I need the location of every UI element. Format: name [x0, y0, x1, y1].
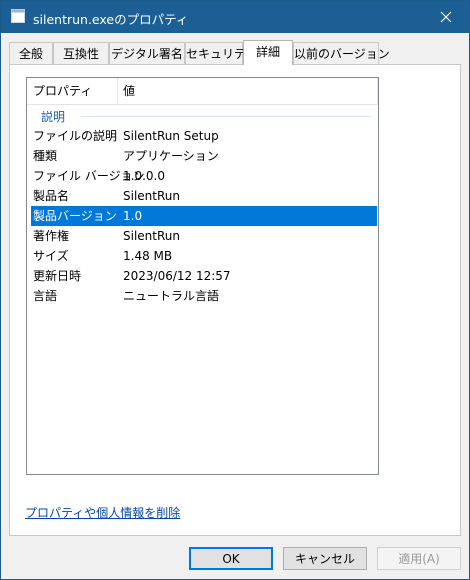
column-divider[interactable] — [377, 78, 378, 104]
tab-security[interactable]: セキュリティ — [185, 42, 257, 64]
property-value: 1.0.0.0 — [123, 169, 165, 183]
list-item[interactable]: 著作権 SilentRun — [27, 226, 378, 246]
tab-digital-signatures[interactable]: デジタル署名 — [109, 42, 185, 64]
details-panel: プロパティ 値 説明 ファイルの説明 SilentRun Setup 種類 アプ… — [9, 64, 461, 536]
property-value: SilentRun — [123, 189, 180, 203]
property-name: 言語 — [33, 289, 58, 303]
property-value: SilentRun — [123, 229, 180, 243]
group-label: 説明 — [41, 110, 66, 124]
property-value: ニュートラル言語 — [123, 289, 220, 303]
property-name: ファイルの説明 — [33, 129, 118, 143]
group-divider-line — [81, 116, 371, 117]
list-item[interactable]: ファイル バージョン 1.0.0.0 — [27, 166, 378, 186]
tab-general[interactable]: 全般 — [9, 42, 53, 64]
list-item[interactable]: 製品名 SilentRun — [27, 186, 378, 206]
property-name: サイズ — [33, 249, 69, 263]
cancel-button[interactable]: キャンセル — [283, 547, 367, 570]
property-name: 著作権 — [33, 229, 70, 243]
property-name: 種類 — [33, 149, 58, 163]
property-name: 更新日時 — [33, 269, 82, 283]
property-name: 製品名 — [33, 189, 70, 203]
title-bar[interactable]: silentrun.exeのプロパティ — [1, 1, 469, 33]
group-header-description: 説明 — [27, 106, 378, 124]
list-item[interactable]: 種類 アプリケーション — [27, 146, 378, 166]
tab-previous-versions[interactable]: 以前のバージョン — [293, 42, 390, 64]
tab-details[interactable]: 詳細 — [243, 40, 293, 65]
list-item[interactable]: サイズ 1.48 MB — [27, 246, 378, 266]
property-value: 1.0 — [123, 209, 143, 223]
list-header: プロパティ 値 — [27, 78, 378, 105]
details-list[interactable]: プロパティ 値 説明 ファイルの説明 SilentRun Setup 種類 アプ… — [26, 77, 379, 475]
application-window-icon — [11, 9, 25, 23]
property-value: 2023/06/12 12:57 — [123, 269, 231, 283]
property-value: 1.48 MB — [123, 249, 173, 263]
property-value: アプリケーション — [123, 149, 219, 163]
property-value: SilentRun Setup — [123, 129, 219, 143]
column-header-property[interactable]: プロパティ — [27, 78, 92, 104]
apply-button[interactable]: 適用(A) — [377, 547, 461, 570]
list-item[interactable]: ファイルの説明 SilentRun Setup — [27, 126, 378, 146]
close-button[interactable] — [423, 1, 469, 33]
ok-button[interactable]: OK — [189, 547, 273, 570]
close-icon — [440, 11, 452, 23]
properties-dialog: silentrun.exeのプロパティ 全般 互換性 デジタル署名 セキュリティ… — [0, 0, 470, 580]
remove-properties-link[interactable]: プロパティや個人情報を削除 — [25, 504, 180, 521]
list-item[interactable]: 言語 ニュートラル言語 — [27, 286, 378, 306]
property-name: 製品バージョン — [33, 209, 117, 223]
tab-compatibility[interactable]: 互換性 — [53, 42, 109, 64]
window-title: silentrun.exeのプロパティ — [33, 12, 189, 27]
list-item[interactable]: 更新日時 2023/06/12 12:57 — [27, 266, 378, 286]
tab-strip: 全般 互換性 デジタル署名 セキュリティ 詳細 以前のバージョン — [9, 40, 461, 65]
list-item-selected[interactable]: 製品バージョン 1.0 — [31, 206, 377, 226]
column-header-value[interactable]: 値 — [117, 78, 135, 104]
